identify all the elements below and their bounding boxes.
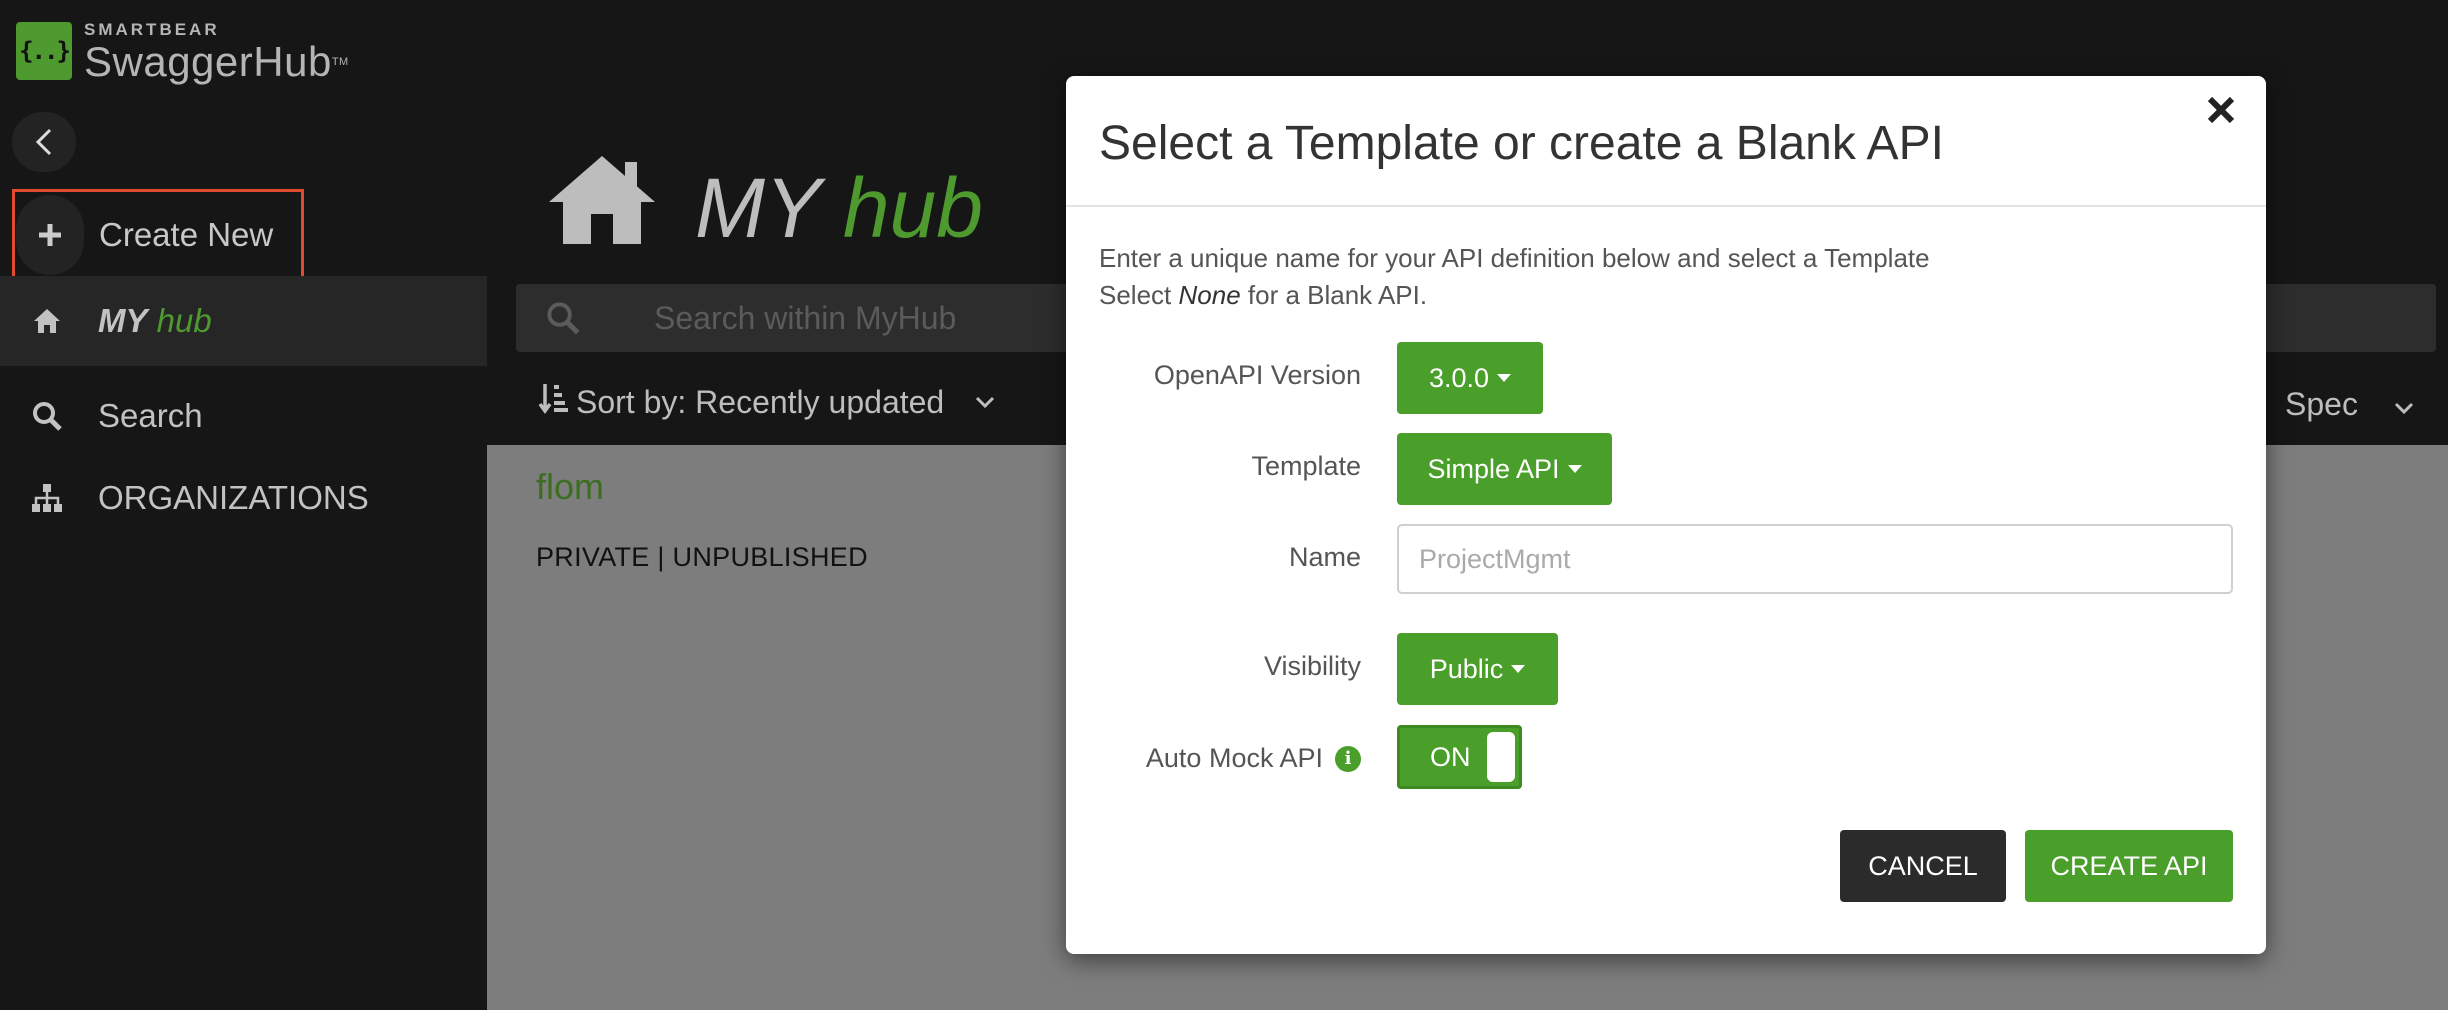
chevron-down-icon — [2393, 395, 2415, 420]
home-hero-icon — [545, 140, 659, 260]
brand-small-text: SMARTBEAR — [84, 20, 220, 39]
sidebar-item-organizations[interactable]: ORGANIZATIONS — [0, 453, 487, 543]
sort-label: Sort by: Recently updated — [576, 383, 945, 420]
api-name-field[interactable]: ProjectMgmt — [1397, 524, 2233, 594]
modal-header: Select a Template or create a Blank API — [1066, 76, 2266, 207]
plus-icon — [16, 195, 84, 275]
cancel-button[interactable]: CANCEL — [1840, 830, 2006, 902]
page-title: MY hub — [695, 161, 983, 255]
spec-label: Spec — [2285, 386, 2358, 422]
sidebar-item-myhub[interactable]: MY hub — [0, 276, 487, 366]
info-icon[interactable]: i — [1335, 745, 1361, 772]
auto-mock-label: Auto Mock API i — [1146, 743, 1361, 774]
brand-name: SwaggerHubTM — [84, 38, 349, 85]
swaggerhub-logo[interactable]: {..} SMARTBEAR SwaggerHubTM — [16, 20, 349, 90]
collapse-sidebar-button[interactable] — [12, 112, 76, 172]
create-new-label: Create New — [99, 216, 274, 253]
search-icon — [546, 301, 580, 340]
caret-down-icon — [1567, 465, 1582, 473]
myhub-my-text: MY — [98, 302, 148, 339]
api-name-link[interactable]: flom — [536, 466, 604, 508]
swagger-braces-icon: {..} — [16, 22, 72, 80]
myhub-hub-text: hub — [156, 302, 212, 339]
create-api-modal: Select a Template or create a Blank API … — [1066, 76, 2266, 954]
sidebar-item-label: Search — [98, 397, 203, 434]
name-label: Name — [1288, 542, 1361, 572]
sort-dropdown[interactable]: Sort by: Recently updated — [538, 382, 996, 422]
modal-intro-text: Enter a unique name for your API definit… — [1099, 243, 1930, 310]
caret-down-icon — [1511, 665, 1526, 673]
name-placeholder: ProjectMgmt — [1419, 543, 1571, 574]
visibility-label: Visibility — [1263, 651, 1361, 681]
search-placeholder: Search within MyHub — [654, 300, 957, 336]
create-new-button[interactable]: Create New — [12, 189, 304, 282]
sitemap-icon — [30, 481, 64, 515]
modal-title: Select a Template or create a Blank API — [1099, 117, 1944, 170]
openapi-version-label: OpenAPI Version — [1153, 360, 1361, 390]
sidebar: {..} SMARTBEAR SwaggerHubTM Create New M… — [0, 0, 487, 1010]
visibility-dropdown[interactable]: Public — [1397, 633, 1558, 705]
spec-filter-dropdown[interactable]: Spec — [2285, 386, 2415, 423]
toggle-state-label: ON — [1430, 742, 1471, 772]
create-api-button[interactable]: CREATE API — [2025, 830, 2233, 902]
sidebar-item-search[interactable]: Search — [0, 371, 487, 461]
sidebar-item-label: ORGANIZATIONS — [98, 479, 369, 516]
template-label: Template — [1251, 451, 1361, 481]
search-icon — [30, 399, 64, 433]
template-dropdown[interactable]: Simple API — [1397, 433, 1612, 505]
caret-down-icon — [1497, 374, 1512, 382]
home-icon — [30, 304, 64, 338]
chevron-left-icon — [35, 128, 52, 156]
close-icon[interactable] — [2206, 90, 2236, 135]
auto-mock-toggle[interactable]: ON — [1397, 725, 1522, 789]
openapi-version-dropdown[interactable]: 3.0.0 — [1397, 342, 1543, 414]
api-status-text: PRIVATE | UNPUBLISHED — [536, 542, 868, 572]
toggle-knob — [1487, 732, 1515, 782]
chevron-down-icon — [974, 389, 996, 415]
sort-amount-icon — [538, 382, 568, 422]
